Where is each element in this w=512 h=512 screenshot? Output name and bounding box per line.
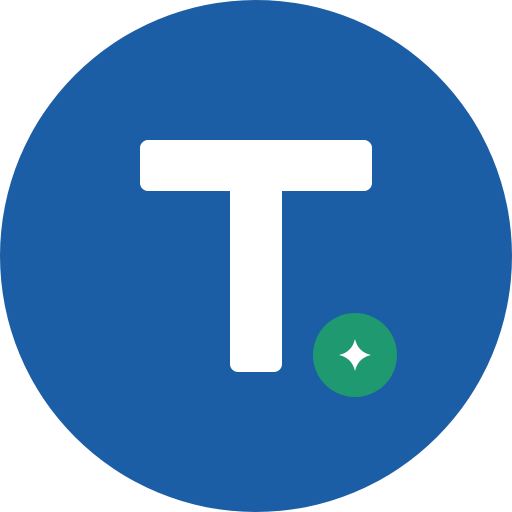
sparkle-badge — [313, 313, 397, 397]
app-icon: T — [0, 0, 512, 512]
letter-t-stem — [230, 170, 282, 372]
